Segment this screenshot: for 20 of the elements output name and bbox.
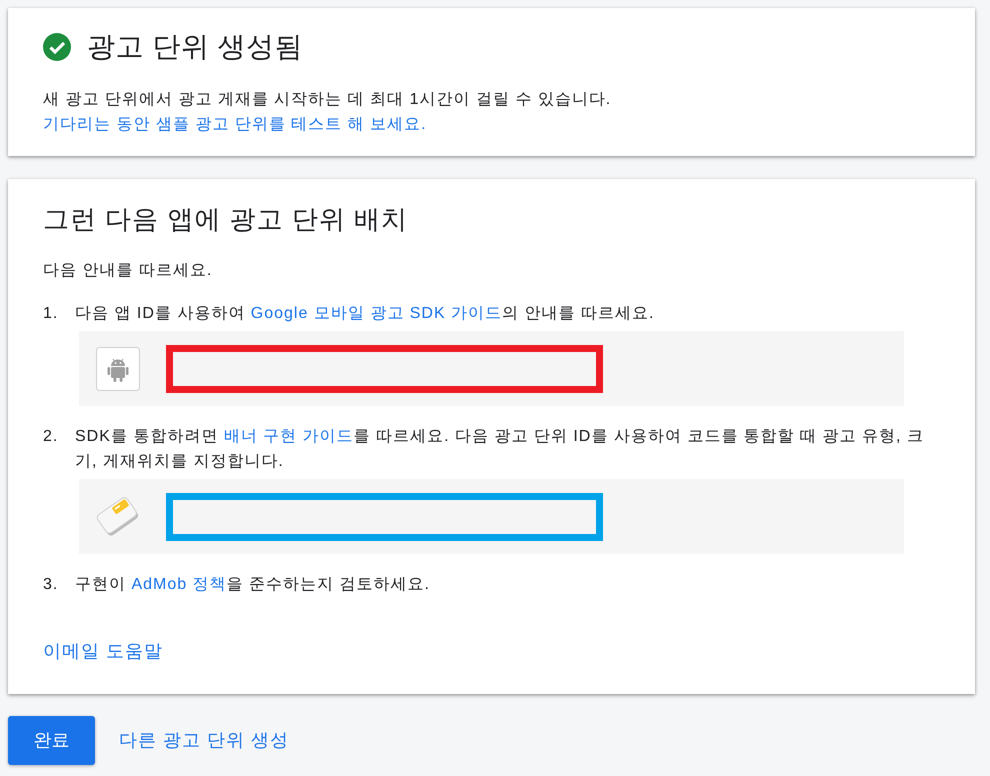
step-number: 3.	[43, 575, 60, 595]
email-help-link[interactable]: 이메일 도움말	[43, 638, 164, 664]
message-text: 새 광고 단위에서 광고 게재를 시작하는 데 최대 1시간이 걸릴 수 있습니다. 기다리는 동안 샘플 광고 단위를 테스트 해 보세요.	[43, 90, 612, 135]
sample-ad-link[interactable]: 기다리는 동안 샘플 광고 단위를 테스트 해 보세요.	[43, 116, 427, 133]
android-icon	[96, 346, 140, 390]
guide-link[interactable]: Google 모바일 광고 SDK 가이드	[250, 305, 502, 322]
check-circle-icon	[43, 33, 71, 61]
step-text: SDK를 통합하려면 배너 구현 가이드를 따르세요. 다음 광고 단위 ID를 사용하여 코드를 통합할 때 광고 유형, 크기, 게재위치를 지정합니다.	[75, 427, 925, 472]
ticket-icon	[96, 494, 140, 538]
card-title: 광고 단위 생성됨	[87, 31, 304, 63]
step-number: 2.	[43, 427, 60, 447]
guide-link[interactable]: 배너 구현 가이드	[224, 428, 354, 445]
step-number: 1.	[43, 304, 60, 324]
step-text: 다음 앱 ID를 사용하여 Google 모바일 광고 SDK 가이드의 안내를 따르세요.	[75, 304, 656, 324]
guide-link[interactable]: AdMob 정책	[131, 576, 227, 593]
create-another-link[interactable]: 다른 광고 단위 생성	[119, 727, 290, 754]
done-button[interactable]: 완료	[8, 716, 95, 765]
instruction-text: 다음 안내를 따르세요.	[43, 261, 214, 281]
step-text: 구현이 AdMob 정책 을 준수하는지 검토하세요.	[75, 575, 431, 595]
card-title: 그런 다음 앱에 광고 단위 배치	[43, 203, 410, 236]
